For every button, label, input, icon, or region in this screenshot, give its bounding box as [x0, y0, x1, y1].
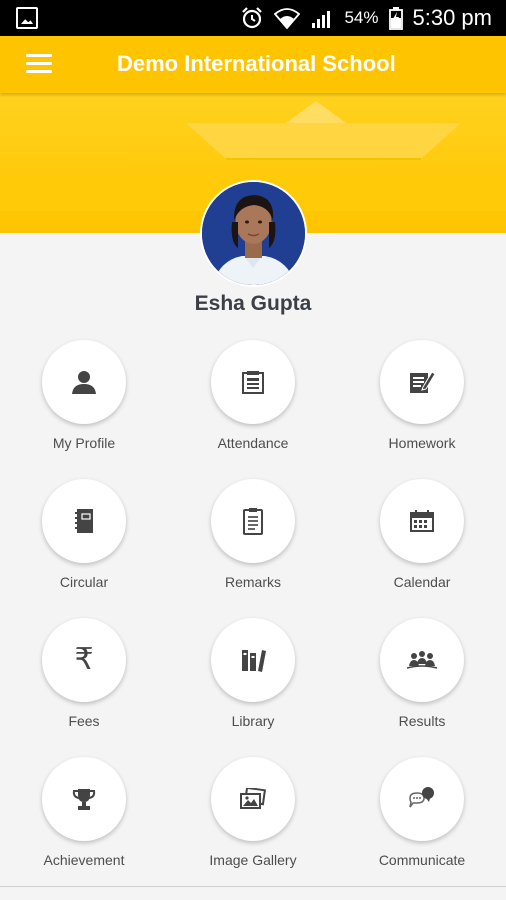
menu-item-label: My Profile	[52, 435, 116, 451]
menu-item-remarks[interactable]: Remarks	[169, 479, 337, 615]
menu-item-library[interactable]: Library	[169, 618, 337, 754]
menu-item-label: Achievement	[43, 852, 125, 868]
homework-icon	[410, 371, 435, 393]
student-name: Esha Gupta	[194, 292, 312, 315]
menu-item-communicate[interactable]: Communicate	[338, 757, 506, 893]
menu-item-label: Homework	[388, 435, 456, 451]
calendar-icon	[410, 510, 434, 532]
menu-item-label: Calendar	[393, 574, 451, 590]
menu-item-label: Communicate	[378, 852, 466, 868]
paper-boat-icon	[186, 101, 461, 160]
chat-icon	[409, 787, 434, 808]
battery-icon	[388, 7, 403, 30]
books-icon	[242, 650, 266, 672]
hamburger-icon[interactable]	[26, 53, 54, 75]
menu-item-label: Attendance	[217, 435, 289, 451]
menu-item-achievement[interactable]: Achievement	[0, 757, 168, 893]
menu-item-attendance[interactable]: Attendance	[169, 340, 337, 476]
menu-item-label: Fees	[68, 713, 100, 729]
menu-item-label: Remarks	[224, 574, 281, 590]
avatar[interactable]	[200, 180, 307, 287]
menu-item-calendar[interactable]: Calendar	[338, 479, 506, 615]
clock: 5:30 pm	[412, 5, 493, 30]
menu-item-my-profile[interactable]: My Profile	[0, 340, 168, 476]
image-gallery-icon	[240, 788, 266, 809]
app-bar: Demo International School	[0, 36, 506, 93]
rupee-icon: ₹	[74, 642, 94, 677]
battery-percent: 54%	[344, 8, 379, 27]
menu-item-image-gallery[interactable]: Image Gallery	[169, 757, 337, 893]
menu-item-label: Circular	[59, 574, 109, 590]
notebook-icon	[75, 509, 93, 533]
signal-icon	[312, 11, 331, 28]
attendance-icon	[242, 371, 264, 394]
results-icon	[407, 651, 437, 669]
menu-item-circular[interactable]: Circular	[0, 479, 168, 615]
trophy-icon	[72, 789, 96, 810]
person-icon	[72, 371, 96, 394]
menu-item-label: Image Gallery	[209, 852, 297, 868]
menu-item-homework[interactable]: Homework	[338, 340, 506, 476]
status-bar: 54% 5:30 pm	[0, 0, 506, 36]
wifi-icon	[274, 8, 301, 30]
clipboard-icon	[243, 508, 263, 535]
divider	[0, 886, 506, 887]
menu-item-label: Results	[398, 713, 446, 729]
menu-item-results[interactable]: Results	[338, 618, 506, 754]
gallery-icon	[16, 7, 38, 29]
menu-item-fees[interactable]: ₹ Fees	[0, 618, 168, 754]
alarm-icon	[242, 7, 263, 29]
menu-item-label: Library	[231, 713, 275, 729]
app-title: Demo International School	[117, 51, 396, 76]
